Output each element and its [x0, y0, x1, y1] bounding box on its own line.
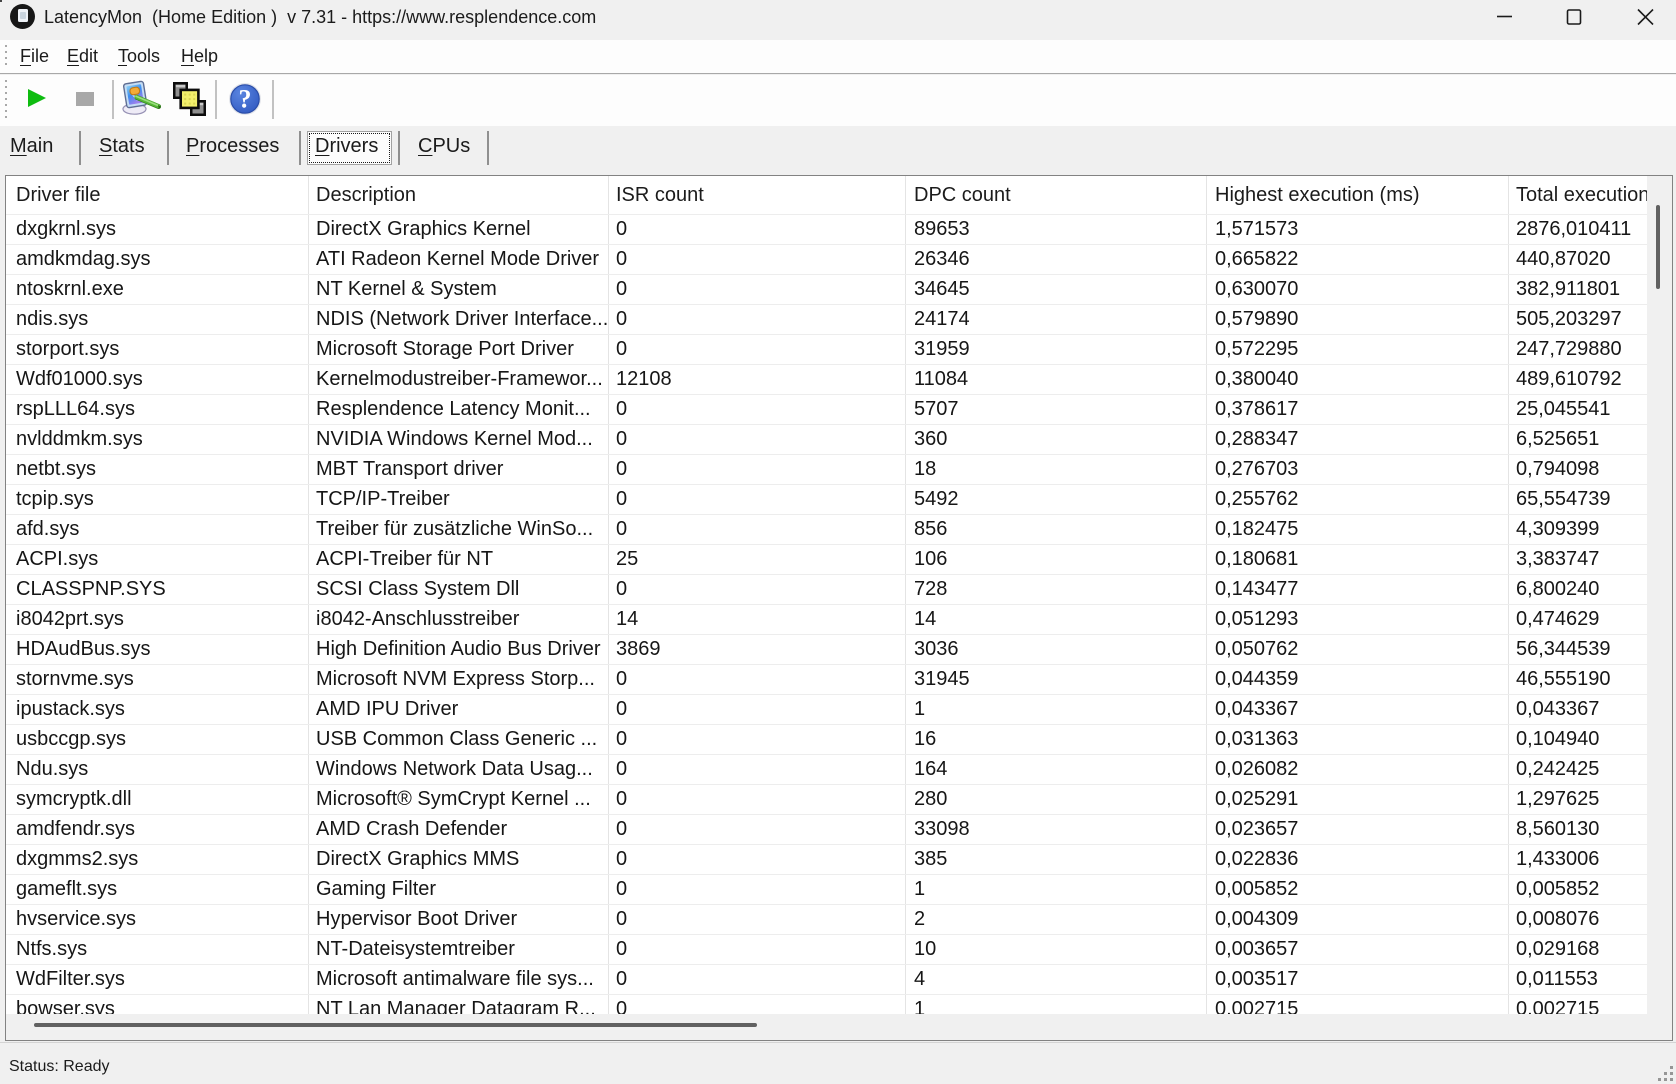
- svg-text:?: ?: [239, 85, 252, 114]
